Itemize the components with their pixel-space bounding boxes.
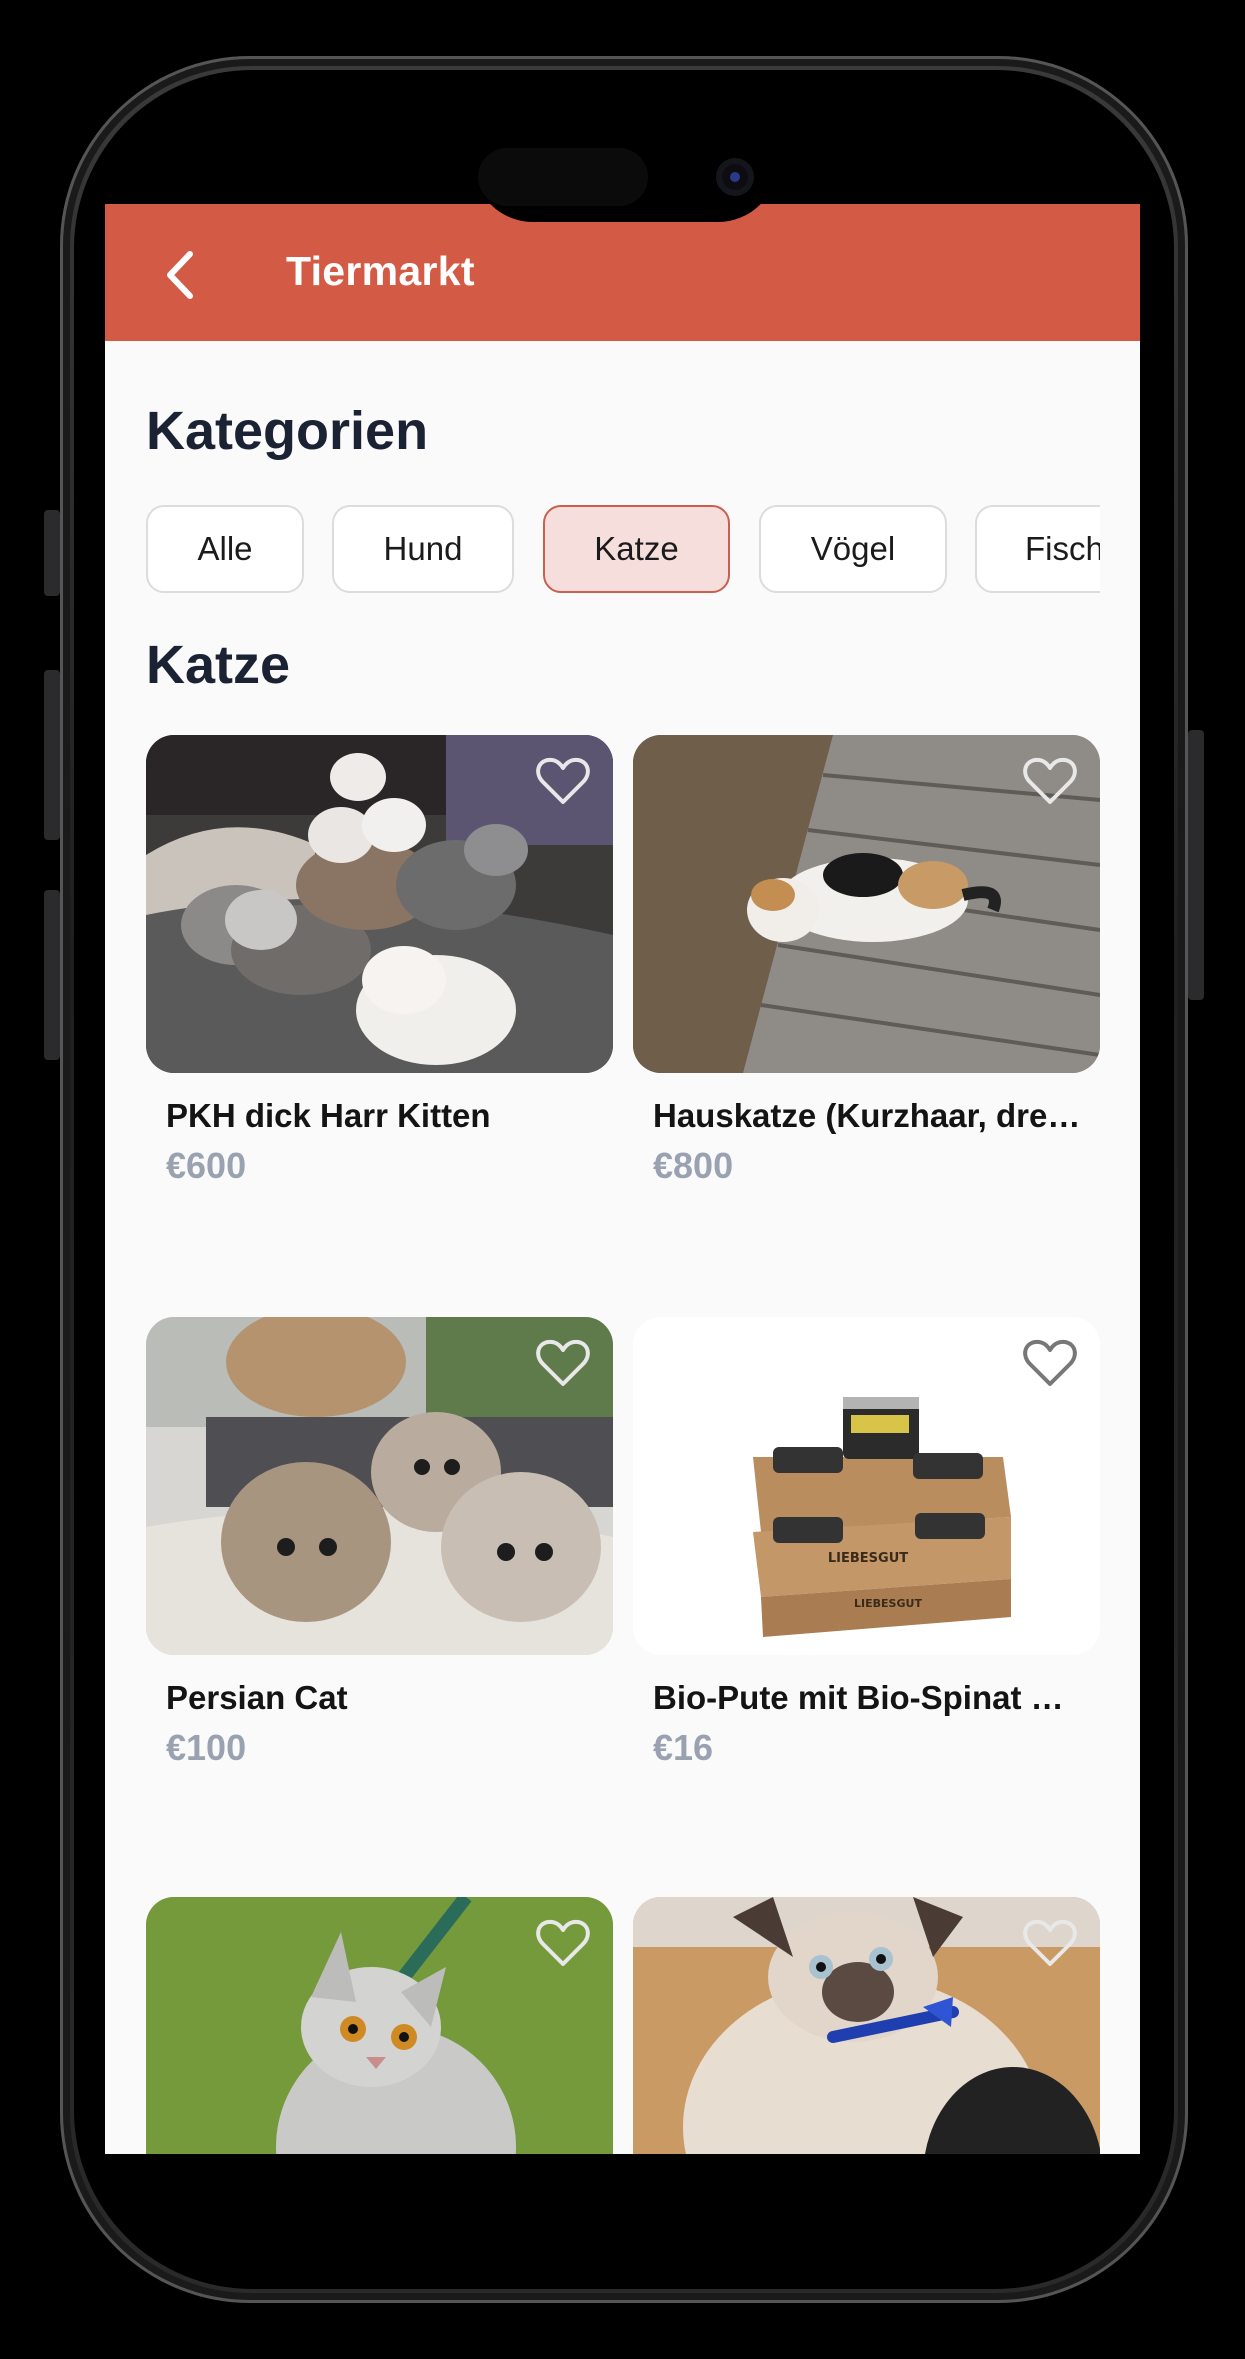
product-title: Persian Cat bbox=[166, 1679, 348, 1716]
product-price: €100 bbox=[166, 1727, 247, 1768]
product-image bbox=[633, 735, 1100, 1073]
product-price: €16 bbox=[653, 1727, 714, 1768]
product-image: LIEBESGUT LIEBESGUT bbox=[633, 1317, 1100, 1655]
category-chip-alle[interactable]: Alle bbox=[146, 505, 304, 593]
product-card[interactable]: LIEBESGUT LIEBESGUT Bio-Pute mit Bio-Spi… bbox=[633, 1317, 1100, 1769]
product-brand-text: LIEBESGUT bbox=[828, 1551, 908, 1566]
category-chip-katze[interactable]: Katze bbox=[543, 505, 730, 593]
product-title: Bio-Pute mit Bio-Spinat und Bio-Karotten bbox=[653, 1679, 1083, 1716]
product-image bbox=[146, 1897, 613, 2154]
product-title: PKH dick Harr Kitten bbox=[166, 1097, 491, 1134]
heart-icon[interactable] bbox=[535, 1917, 591, 1969]
app-bar: Tiermarkt bbox=[105, 204, 1140, 341]
app-title: Tiermarkt bbox=[286, 248, 475, 294]
category-chip-voegel[interactable]: Vögel bbox=[759, 505, 947, 593]
product-card[interactable]: PKH dick Harr Kitten €600 bbox=[146, 735, 613, 1187]
category-chip-hund[interactable]: Hund bbox=[332, 505, 514, 593]
section-heading: Katze bbox=[146, 635, 291, 695]
volume-down-button bbox=[44, 890, 60, 1060]
categories-heading: Kategorien bbox=[146, 401, 429, 461]
heart-icon[interactable] bbox=[535, 1337, 591, 1389]
sensor-pill bbox=[478, 148, 648, 206]
product-card[interactable]: Hauskatze (Kurzhaar, dreifarbig) €800 bbox=[633, 735, 1100, 1187]
product-image bbox=[146, 735, 613, 1073]
product-image bbox=[633, 1897, 1100, 2154]
category-chip-fisch[interactable]: Fisch bbox=[975, 505, 1100, 593]
category-chip-list[interactable]: Alle Hund Katze Vögel Fisch bbox=[146, 500, 1100, 600]
product-image bbox=[146, 1317, 613, 1655]
action-button bbox=[44, 510, 60, 596]
product-price: €800 bbox=[653, 1145, 734, 1186]
power-button bbox=[1188, 730, 1204, 1000]
product-card[interactable] bbox=[146, 1897, 613, 2154]
volume-up-button bbox=[44, 670, 60, 840]
product-brand-text-lower: LIEBESGUT bbox=[854, 1597, 922, 1610]
heart-icon[interactable] bbox=[1022, 755, 1078, 807]
heart-icon[interactable] bbox=[1022, 1337, 1078, 1389]
heart-icon[interactable] bbox=[1022, 1917, 1078, 1969]
product-title: Hauskatze (Kurzhaar, dreifarbig) bbox=[653, 1097, 1083, 1134]
product-price: €600 bbox=[166, 1145, 247, 1186]
heart-icon[interactable] bbox=[535, 755, 591, 807]
back-button[interactable] bbox=[155, 250, 205, 300]
front-camera-icon bbox=[716, 158, 754, 196]
app-screen: Tiermarkt Kategorien Alle Hund Katze Vög… bbox=[105, 204, 1140, 2154]
product-card[interactable] bbox=[633, 1897, 1100, 2154]
product-card[interactable]: Persian Cat €100 bbox=[146, 1317, 613, 1769]
chevron-left-icon bbox=[167, 251, 193, 299]
